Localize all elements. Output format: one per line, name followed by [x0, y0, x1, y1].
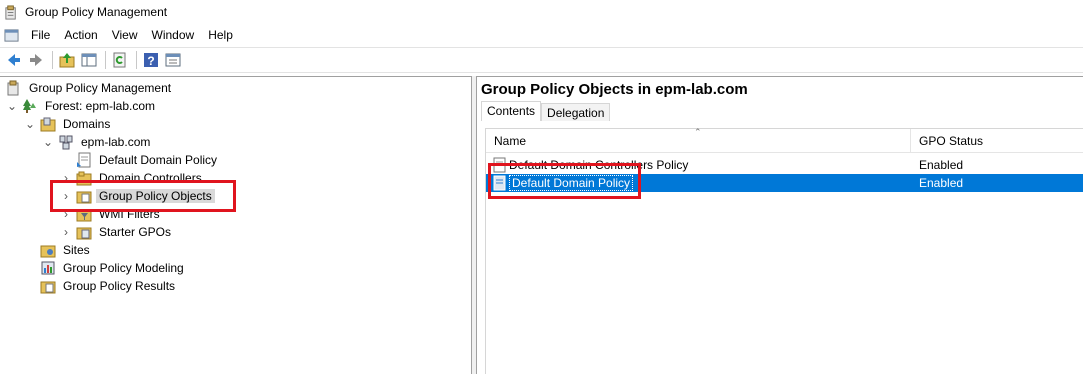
toolbar-separator	[105, 51, 106, 69]
tree-label: Domains	[63, 117, 111, 131]
toolbar-separator	[52, 51, 53, 69]
details-title: Group Policy Objects in epm-lab.com	[481, 81, 748, 98]
tree-item-domains[interactable]: ⌄ Domains	[24, 115, 113, 133]
results-folder-icon	[40, 281, 56, 294]
gpo-status: Enabled	[919, 176, 964, 190]
chevron-down-icon[interactable]: ⌄	[6, 99, 18, 113]
toolbar-separator	[136, 51, 137, 69]
gpo-link-icon	[77, 152, 91, 168]
tree-item-domain[interactable]: ⌄ epm-lab.com	[42, 133, 153, 151]
menu-help[interactable]: Help	[202, 28, 241, 42]
tree-label: Group Policy Modeling	[63, 261, 184, 275]
menu-window[interactable]: Window	[146, 28, 203, 42]
gpo-status: Enabled	[919, 158, 964, 172]
sites-folder-icon	[40, 245, 56, 258]
refresh-button[interactable]	[110, 50, 130, 70]
window-title: Group Policy Management	[25, 5, 168, 19]
highlight-box-tree	[50, 180, 236, 212]
column-header-label: Name	[494, 134, 527, 148]
up-folder-icon	[59, 53, 75, 68]
tree-item-sites[interactable]: Sites	[40, 241, 93, 259]
chevron-right-icon[interactable]: ›	[60, 225, 72, 239]
tree-label: epm-lab.com	[81, 135, 151, 149]
help-icon: ?	[144, 53, 158, 68]
title-bar: Group Policy Management	[0, 0, 1083, 24]
chevron-down-icon[interactable]: ⌄	[42, 135, 54, 149]
forward-icon	[30, 54, 42, 66]
refresh-icon	[113, 52, 126, 68]
menu-file[interactable]: File	[25, 28, 58, 42]
tree-label: Group Policy Management	[29, 81, 172, 95]
menu-view[interactable]: View	[106, 28, 146, 42]
properties-button[interactable]	[163, 50, 183, 70]
chevron-down-icon[interactable]: ⌄	[24, 117, 36, 131]
column-header-name[interactable]: ⌃ Name	[486, 127, 911, 153]
column-header-label: GPO Status	[919, 134, 984, 148]
list-header: ⌃ Name GPO Status	[486, 127, 1083, 153]
sort-up-icon: ⌃	[694, 127, 702, 137]
gpmc-root-icon	[7, 80, 19, 96]
properties-icon	[165, 53, 181, 67]
menu-bar: File Action View Window Help	[0, 24, 1083, 46]
show-hide-tree-button[interactable]	[79, 50, 99, 70]
tree-label: Starter GPOs	[99, 225, 172, 239]
tree-item-default-domain-policy[interactable]: Default Domain Policy	[76, 151, 220, 169]
domain-icon	[59, 135, 73, 150]
forest-icon	[23, 99, 36, 113]
details-tabs: Contents Delegation	[481, 101, 611, 121]
tree-item-forest[interactable]: ⌄ Forest: epm-lab.com	[6, 97, 158, 115]
svg-text:?: ?	[147, 54, 154, 68]
up-folder-button[interactable]	[57, 50, 77, 70]
tree-item-root[interactable]: Group Policy Management	[6, 79, 174, 97]
toolbar: ?	[0, 47, 1083, 73]
tree-item-starter-gpos[interactable]: › Starter GPOs	[60, 223, 174, 241]
tree-item-gp-modeling[interactable]: Group Policy Modeling	[40, 259, 187, 277]
system-menu-icon[interactable]	[4, 28, 19, 43]
details-pane: Group Policy Objects in epm-lab.com Cont…	[476, 76, 1083, 374]
tab-delegation[interactable]: Delegation	[541, 103, 611, 121]
show-hide-tree-icon	[81, 53, 97, 67]
back-icon	[8, 54, 20, 66]
column-header-gpo-status[interactable]: GPO Status	[911, 129, 1083, 153]
menu-action[interactable]: Action	[58, 28, 105, 42]
tree-item-gp-results[interactable]: Group Policy Results	[40, 277, 178, 295]
tree-label: Forest: epm-lab.com	[45, 99, 156, 113]
tree-label: Group Policy Results	[63, 279, 176, 293]
help-button[interactable]: ?	[141, 50, 161, 70]
gpmc-app-icon	[5, 4, 16, 20]
highlight-box-list	[488, 163, 641, 199]
starter-gpo-folder-icon	[76, 227, 92, 240]
console-tree-pane[interactable]: Group Policy Management ⌄ Forest: epm-la…	[0, 76, 472, 374]
modeling-icon	[41, 261, 55, 275]
tree-label: Default Domain Policy	[99, 153, 218, 167]
tab-contents[interactable]: Contents	[481, 101, 542, 121]
domains-folder-icon	[40, 117, 56, 132]
back-button[interactable]	[4, 50, 24, 70]
forward-button[interactable]	[26, 50, 46, 70]
tree-label: Sites	[63, 243, 90, 257]
